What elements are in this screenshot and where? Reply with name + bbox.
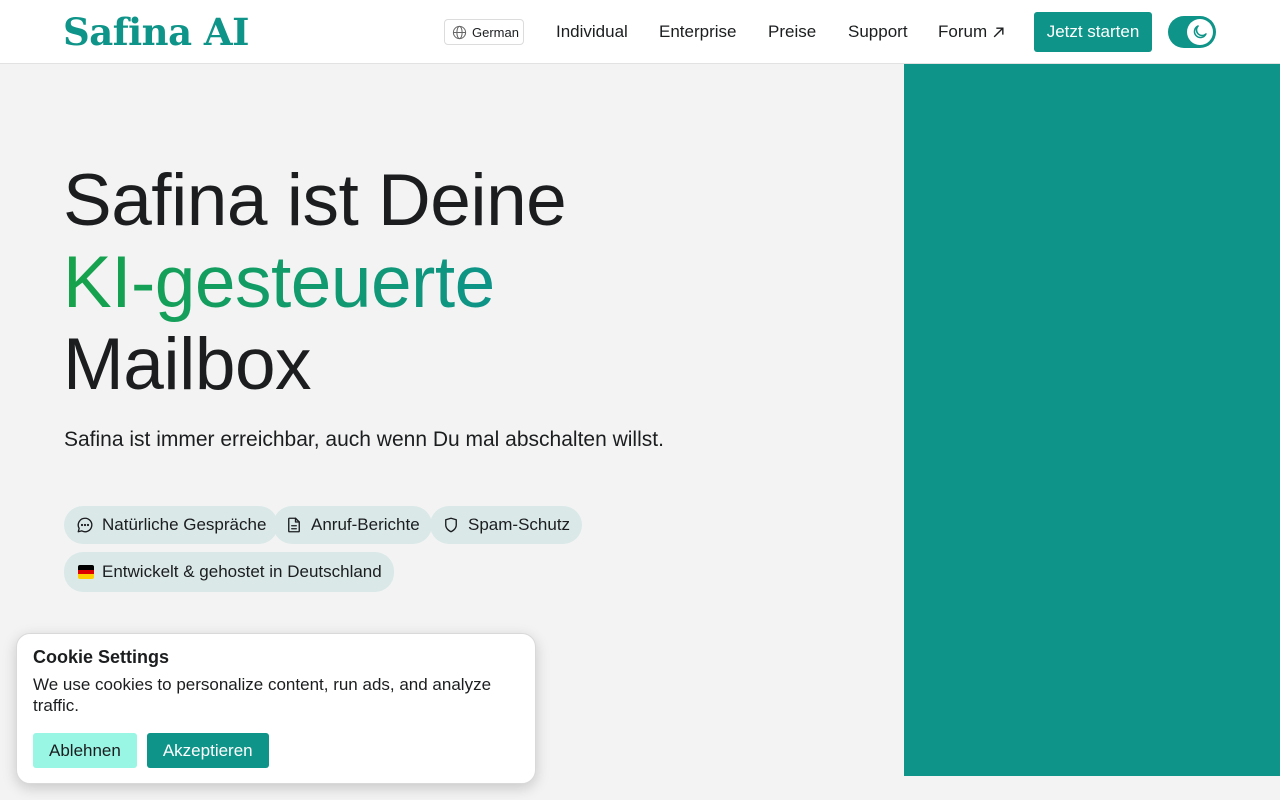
hero-subtitle: Safina ist immer erreichbar, auch wenn D… bbox=[64, 428, 664, 451]
accept-cookies-button[interactable]: Akzeptieren bbox=[146, 733, 269, 768]
feature-pill-reports: Anruf-Berichte bbox=[273, 506, 432, 544]
nav-link-forum-label: Forum bbox=[938, 22, 988, 41]
external-link-arrow-icon bbox=[993, 26, 1004, 37]
hero-title-line1: Safina ist Deine bbox=[63, 160, 567, 241]
feature-pill-made-in-germany: Entwickelt & gehostet in Deutschland bbox=[64, 552, 394, 592]
feature-label: Spam-Schutz bbox=[468, 515, 571, 534]
feature-pill-spam-protection: Spam-Schutz bbox=[430, 506, 583, 544]
decline-cookies-button[interactable]: Ablehnen bbox=[33, 733, 137, 768]
cookie-banner: Cookie Settings We use cookies to person… bbox=[16, 633, 536, 784]
nav-link-enterprise[interactable]: Enterprise bbox=[659, 20, 736, 44]
cookie-text: We use cookies to personalize content, r… bbox=[33, 675, 492, 715]
language-selector[interactable]: German bbox=[444, 19, 524, 45]
toggle-knob bbox=[1187, 19, 1213, 45]
hero-title-highlight: KI-gesteuerte bbox=[63, 242, 495, 323]
nav-link-support[interactable]: Support bbox=[848, 20, 908, 44]
feature-label: Entwickelt & gehostet in Deutschland bbox=[102, 562, 382, 581]
cookie-title: Cookie Settings bbox=[33, 647, 170, 667]
german-flag-icon bbox=[78, 565, 94, 579]
hero-visual-panel bbox=[904, 64, 1280, 776]
language-label: German bbox=[472, 24, 519, 40]
nav-link-individual[interactable]: Individual bbox=[556, 20, 628, 44]
theme-toggle[interactable] bbox=[1168, 16, 1216, 48]
document-icon bbox=[288, 517, 300, 533]
globe-icon bbox=[452, 25, 467, 39]
top-navigation: Safina AI German Individual Enterprise P… bbox=[0, 0, 1280, 64]
hero-title: Safina ist Deine KI-gesteuerte Mailbox bbox=[63, 160, 567, 406]
nav-link-pricing[interactable]: Preise bbox=[768, 20, 816, 44]
get-started-button[interactable]: Jetzt starten bbox=[1034, 12, 1152, 52]
shield-icon bbox=[445, 517, 457, 533]
hero-title-line3: Mailbox bbox=[63, 324, 312, 405]
feature-label: Anruf-Berichte bbox=[311, 515, 420, 534]
cookie-actions: Ablehnen Akzeptieren bbox=[33, 733, 269, 768]
feature-label: Natürliche Gespräche bbox=[102, 515, 267, 534]
nav-link-forum[interactable]: Forum bbox=[938, 20, 1005, 44]
chat-bubble-icon bbox=[77, 517, 93, 533]
logo[interactable]: Safina AI bbox=[63, 10, 249, 54]
moon-icon bbox=[1193, 25, 1207, 39]
feature-pill-conversations: Natürliche Gespräche bbox=[64, 506, 279, 544]
